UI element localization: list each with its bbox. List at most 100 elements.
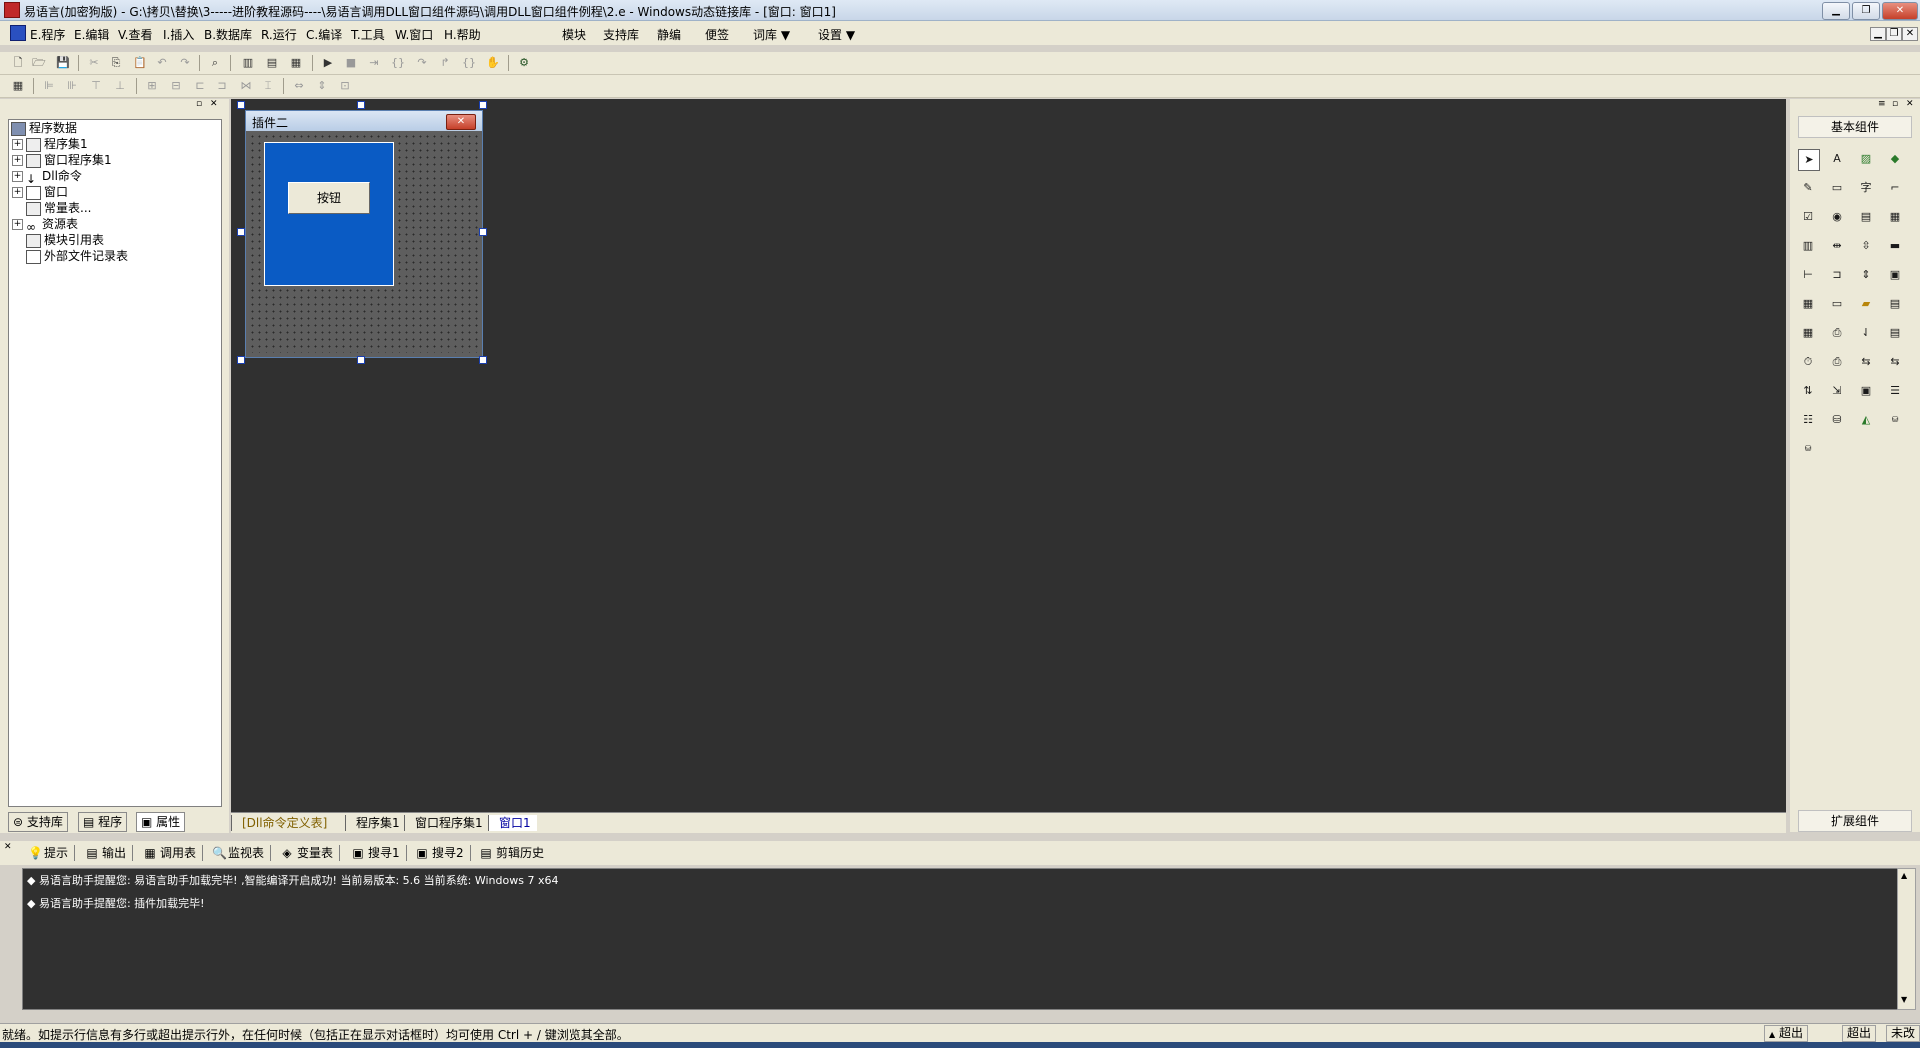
output-close-icon[interactable]: ✕ bbox=[4, 842, 12, 852]
edit-component-icon[interactable]: ✎ bbox=[1798, 178, 1818, 198]
panel-close-icon[interactable]: ✕ bbox=[210, 99, 218, 109]
step-out-icon[interactable]: ↱ bbox=[437, 55, 453, 71]
output-scrollbar[interactable]: ▲ ▼ bbox=[1897, 868, 1916, 1010]
menu-database[interactable]: B.数据库 bbox=[204, 26, 252, 43]
scrollbar-h-component-icon[interactable]: ⇹ bbox=[1827, 236, 1847, 256]
step-into-icon[interactable]: {} bbox=[390, 55, 406, 71]
size-icon[interactable]: ⊡ bbox=[337, 78, 353, 94]
run-icon[interactable]: ▶ bbox=[320, 55, 336, 71]
form-button[interactable]: 按钮 bbox=[288, 182, 370, 214]
odbc-component-icon[interactable]: ⛁ bbox=[1885, 410, 1905, 430]
align-top-icon[interactable]: ⊤ bbox=[88, 78, 104, 94]
rich-edit-component-icon[interactable]: ▭ bbox=[1827, 178, 1847, 198]
layout1-icon[interactable]: ▥ bbox=[240, 55, 256, 71]
tree-item-constants[interactable]: 常量表... bbox=[26, 200, 91, 216]
expand-icon[interactable]: + bbox=[12, 171, 23, 182]
tree-item-window-assembly[interactable]: + 窗口程序集1 bbox=[12, 152, 112, 168]
undo-icon[interactable]: ↶ bbox=[154, 55, 170, 71]
printer-component-icon[interactable]: ⎙ bbox=[1827, 323, 1847, 343]
align-left-icon[interactable]: ⊫ bbox=[41, 78, 57, 94]
menu-compile[interactable]: C.编译 bbox=[306, 26, 342, 43]
frame-component-icon[interactable]: ⌐ bbox=[1885, 178, 1905, 198]
resize-handle[interactable] bbox=[237, 228, 245, 236]
expand-icon[interactable]: + bbox=[12, 155, 23, 166]
open-folder-icon[interactable]: 🗁 bbox=[31, 55, 47, 71]
menu-support-lib[interactable]: 支持库 bbox=[603, 26, 639, 43]
tree-item-module-refs[interactable]: 模块引用表 bbox=[26, 232, 104, 248]
menu-insert[interactable]: I.插入 bbox=[163, 26, 194, 43]
menu-view[interactable]: V.查看 bbox=[118, 26, 152, 43]
close-button[interactable]: ✕ bbox=[1882, 2, 1918, 20]
text-component-icon[interactable]: 字 bbox=[1856, 178, 1876, 198]
height-icon[interactable]: ⇕ bbox=[314, 78, 330, 94]
layout3-icon[interactable]: ▦ bbox=[288, 55, 304, 71]
timer-component-icon[interactable]: ⏱ bbox=[1798, 352, 1818, 372]
tree-item-window[interactable]: + 窗口 bbox=[12, 184, 68, 200]
resize-handle[interactable] bbox=[479, 101, 487, 109]
tab-variables[interactable]: ◈ 变量表 bbox=[279, 845, 341, 861]
shape-component-icon[interactable]: ◆ bbox=[1885, 149, 1905, 169]
tab-window1[interactable]: 窗口1 bbox=[488, 815, 537, 831]
plugin-panel[interactable]: 按钮 bbox=[264, 142, 394, 286]
redo-icon[interactable]: ↷ bbox=[177, 55, 193, 71]
plugin-icon[interactable]: ⚙ bbox=[516, 55, 532, 71]
same-width-icon[interactable]: ⊏ bbox=[192, 78, 208, 94]
resize-handle[interactable] bbox=[237, 101, 245, 109]
menu-static-compile[interactable]: 静编 bbox=[657, 26, 681, 43]
menu-notes[interactable]: 便签 bbox=[705, 26, 729, 43]
align-right-icon[interactable]: ⊪ bbox=[64, 78, 80, 94]
output-console[interactable]: ◆ 易语言助手提醒您: 易语言助手加载完毕! ,智能编译开启成功! 当前易版本:… bbox=[22, 868, 1899, 1010]
file-component-icon[interactable]: ▤ bbox=[1885, 294, 1905, 314]
panel-menu-icon[interactable]: ≡ bbox=[1878, 99, 1886, 109]
db-component-icon[interactable]: ⛁ bbox=[1827, 410, 1847, 430]
calendar-component-icon[interactable]: ▣ bbox=[1885, 265, 1905, 285]
form-close-icon[interactable]: ✕ bbox=[446, 114, 476, 130]
label-component-icon[interactable]: A bbox=[1827, 149, 1847, 169]
expand-icon[interactable]: + bbox=[12, 219, 23, 230]
tab-support-library[interactable]: ⊜ 支持库 bbox=[8, 812, 68, 832]
step-icon[interactable]: ⇥ bbox=[366, 55, 382, 71]
select-list-component-icon[interactable]: ▥ bbox=[1798, 236, 1818, 256]
palette-component-icon[interactable]: ▦ bbox=[1798, 323, 1818, 343]
resize-handle[interactable] bbox=[479, 356, 487, 364]
tree-item-resources[interactable]: + ∞ 资源表 bbox=[12, 216, 78, 234]
resize-handle[interactable] bbox=[237, 356, 245, 364]
tab-call-stack[interactable]: ▦ 调用表 bbox=[142, 845, 204, 861]
odbc2-component-icon[interactable]: ⛁ bbox=[1798, 439, 1818, 459]
table-component-icon[interactable]: ▤ bbox=[1885, 323, 1905, 343]
tab-dll-definitions[interactable]: [Dll命令定义表] bbox=[231, 815, 333, 831]
tab-output[interactable]: ▤ 输出 bbox=[84, 845, 134, 861]
tab-hints[interactable]: 💡提示 bbox=[26, 845, 76, 861]
same-height-icon[interactable]: ⊐ bbox=[214, 78, 230, 94]
basic-components-header[interactable]: 基本组件 bbox=[1798, 116, 1912, 138]
mdi-close-button[interactable]: ✕ bbox=[1902, 27, 1918, 41]
form-titlebar[interactable]: 插件二 ✕ bbox=[246, 111, 482, 131]
radio-component-icon[interactable]: ◉ bbox=[1827, 207, 1847, 227]
tab-search2[interactable]: ▣ 搜寻2 bbox=[414, 845, 471, 861]
save-icon[interactable]: 💾 bbox=[55, 55, 71, 71]
listbox-component-icon[interactable]: ▦ bbox=[1885, 207, 1905, 227]
tab-watch[interactable]: 🔍监视表 bbox=[210, 845, 272, 861]
menu-help[interactable]: H.帮助 bbox=[444, 26, 481, 43]
tree-item-assembly[interactable]: + 程序集1 bbox=[12, 136, 88, 152]
layout2-icon[interactable]: ▤ bbox=[264, 55, 280, 71]
image-component-icon[interactable]: ▨ bbox=[1856, 149, 1876, 169]
grid-component-icon[interactable]: ▦ bbox=[1798, 294, 1818, 314]
width-icon[interactable]: ⇔ bbox=[291, 78, 307, 94]
panel-float-icon[interactable]: ▫ bbox=[1892, 99, 1898, 109]
chart-component-icon[interactable]: ◭ bbox=[1856, 410, 1876, 430]
resize-handle[interactable] bbox=[479, 228, 487, 236]
scroll-up-icon[interactable]: ▲ bbox=[1901, 871, 1907, 880]
menu-edit[interactable]: E.编辑 bbox=[74, 26, 109, 43]
hand-icon[interactable]: ✋ bbox=[485, 55, 501, 71]
server-component-icon[interactable]: ⇲ bbox=[1827, 381, 1847, 401]
center-v-icon[interactable]: ⊟ bbox=[168, 78, 184, 94]
cut-icon[interactable]: ✂ bbox=[86, 55, 102, 71]
window-component-icon[interactable]: ▣ bbox=[1856, 381, 1876, 401]
printer2-component-icon[interactable]: ⎙ bbox=[1827, 352, 1847, 372]
resize-handle[interactable] bbox=[357, 101, 365, 109]
pointer-icon[interactable]: ➤ bbox=[1798, 149, 1820, 171]
menu-program[interactable]: E.程序 bbox=[30, 26, 65, 43]
stop-icon[interactable]: ■ bbox=[343, 55, 359, 71]
spinner-component-icon[interactable]: ⇕ bbox=[1856, 265, 1876, 285]
